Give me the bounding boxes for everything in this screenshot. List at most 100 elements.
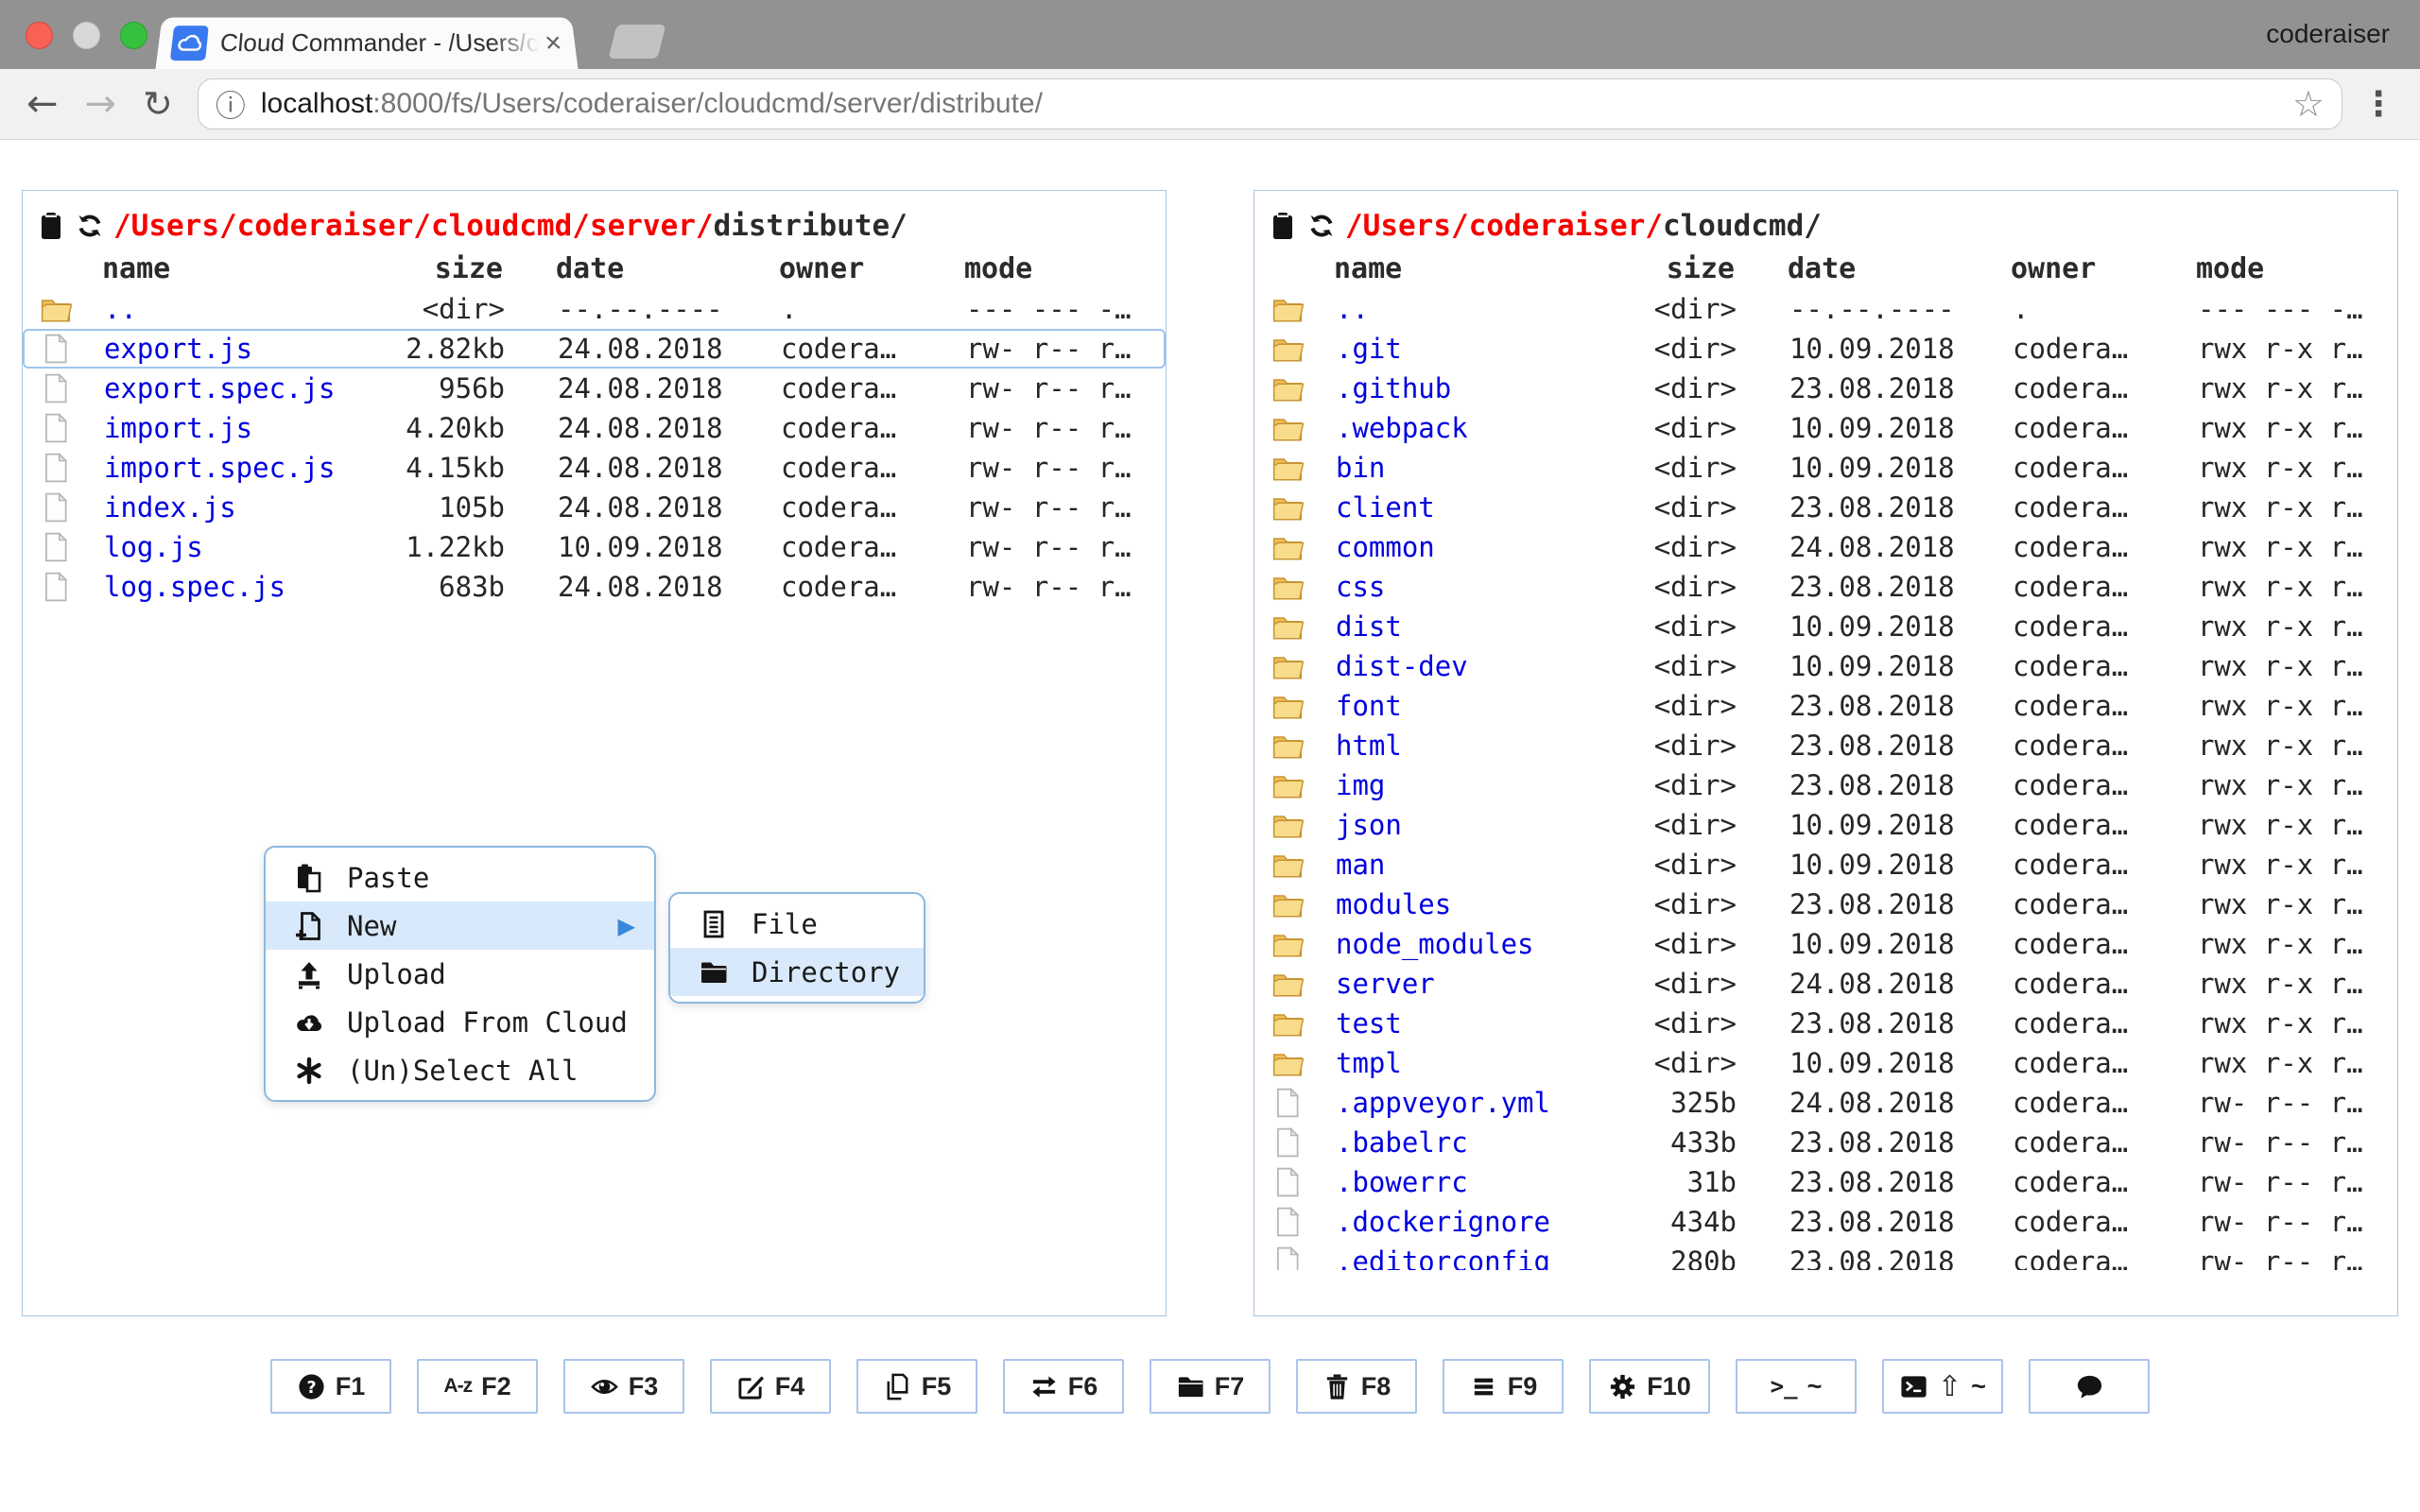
file-row[interactable]: test<dir>23.08.2018codera…rwx r-x r…	[1254, 1004, 2397, 1043]
refresh-icon[interactable]	[1306, 211, 1337, 241]
file-row[interactable]: .github<dir>23.08.2018codera…rwx r-x r…	[1254, 369, 2397, 408]
file-row[interactable]: font<dir>23.08.2018codera…rwx r-x r…	[1254, 686, 2397, 726]
file-row[interactable]: export.js2.82kb24.08.2018codera…rw- r-- …	[23, 329, 1166, 369]
file-row[interactable]: .bowerrc31b23.08.2018codera…rw- r-- r…	[1254, 1162, 2397, 1202]
file-row[interactable]: .babelrc433b23.08.2018codera…rw- r-- r…	[1254, 1123, 2397, 1162]
clipboard-icon[interactable]	[36, 210, 66, 242]
fkey-f8-trash-button[interactable]: F8	[1296, 1359, 1417, 1414]
clipboard-icon[interactable]	[1268, 210, 1298, 242]
menu-item--un-select-all[interactable]: (Un)Select All	[266, 1046, 654, 1094]
file-row[interactable]: dist<dir>10.09.2018codera…rwx r-x r…	[1254, 607, 2397, 646]
file-link[interactable]: .git	[1315, 333, 1627, 365]
url-text[interactable]: localhost:8000/fs/Users/coderaiser/cloud…	[261, 88, 2281, 120]
file-row[interactable]: bin<dir>10.09.2018codera…rwx r-x r…	[1254, 448, 2397, 488]
file-link[interactable]: html	[1315, 730, 1627, 762]
fkey-f10-gear-button[interactable]: F10	[1589, 1359, 1710, 1414]
window-close-button[interactable]	[26, 22, 53, 49]
file-link[interactable]: man	[1315, 849, 1627, 881]
file-link[interactable]: test	[1315, 1007, 1627, 1040]
file-row[interactable]: import.js4.20kb24.08.2018codera…rw- r-- …	[23, 408, 1166, 448]
file-link[interactable]: client	[1315, 491, 1627, 524]
file-link[interactable]: .github	[1315, 372, 1627, 404]
file-link[interactable]: .bowerrc	[1315, 1166, 1627, 1198]
file-link[interactable]: .editorconfig	[1315, 1246, 1627, 1270]
file-row[interactable]: .appveyor.yml325b24.08.2018codera…rw- r-…	[1254, 1083, 2397, 1123]
file-link[interactable]: modules	[1315, 888, 1627, 920]
fkey-f6-swap-button[interactable]: F6	[1003, 1359, 1124, 1414]
menu-item-upload[interactable]: Upload	[266, 950, 654, 998]
fkey-f9-menu-button[interactable]: F9	[1443, 1359, 1564, 1414]
file-row[interactable]: ..<dir>--.--.----.--- --- -…	[23, 289, 1166, 329]
file-link[interactable]: dist-dev	[1315, 650, 1627, 682]
file-row[interactable]: html<dir>23.08.2018codera…rwx r-x r…	[1254, 726, 2397, 765]
file-row[interactable]: modules<dir>23.08.2018codera…rwx r-x r…	[1254, 885, 2397, 924]
file-link[interactable]: import.spec.js	[83, 452, 395, 484]
column-header-owner[interactable]: owner	[779, 252, 964, 285]
column-header-owner[interactable]: owner	[2011, 252, 2196, 285]
file-link[interactable]: .appveyor.yml	[1315, 1087, 1627, 1119]
background-tab-stub[interactable]	[609, 25, 666, 59]
file-row[interactable]: man<dir>10.09.2018codera…rwx r-x r…	[1254, 845, 2397, 885]
fkey-f7-folder-solid-button[interactable]: F7	[1150, 1359, 1270, 1414]
file-link[interactable]: img	[1315, 769, 1627, 801]
column-header-name[interactable]: name	[1313, 252, 1625, 285]
menu-item-file[interactable]: File	[670, 900, 924, 948]
file-link[interactable]: ..	[83, 293, 395, 325]
file-link[interactable]: export.spec.js	[83, 372, 395, 404]
path-parent-links[interactable]: /Users/coderaiser/	[1345, 209, 1663, 243]
file-link[interactable]: .dockerignore	[1315, 1206, 1627, 1238]
column-header-mode[interactable]: mode	[964, 252, 1166, 285]
file-row[interactable]: client<dir>23.08.2018codera…rwx r-x r…	[1254, 488, 2397, 527]
file-row[interactable]: css<dir>23.08.2018codera…rwx r-x r…	[1254, 567, 2397, 607]
file-row[interactable]: json<dir>10.09.2018codera…rwx r-x r…	[1254, 805, 2397, 845]
column-header-size[interactable]: size	[1625, 252, 1735, 285]
file-row[interactable]: log.js1.22kb10.09.2018codera…rw- r-- r…	[23, 527, 1166, 567]
column-header-date[interactable]: date	[503, 252, 779, 285]
menu-item-new[interactable]: New▶	[266, 902, 654, 950]
file-row[interactable]: export.spec.js956b24.08.2018codera…rw- r…	[23, 369, 1166, 408]
file-link[interactable]: tmpl	[1315, 1047, 1627, 1079]
file-link[interactable]: dist	[1315, 610, 1627, 643]
window-minimize-button[interactable]	[73, 22, 100, 49]
menu-item-directory[interactable]: Directory	[670, 948, 924, 996]
file-link[interactable]: .webpack	[1315, 412, 1627, 444]
file-row[interactable]: ..<dir>--.--.----.--- --- -…	[1254, 289, 2397, 329]
file-row[interactable]: common<dir>24.08.2018codera…rwx r-x r…	[1254, 527, 2397, 567]
refresh-icon[interactable]	[75, 211, 105, 241]
column-header-date[interactable]: date	[1735, 252, 2011, 285]
file-link[interactable]: index.js	[83, 491, 395, 524]
page-info-icon[interactable]: ⓘ	[216, 82, 246, 126]
file-row[interactable]: .dockerignore434b23.08.2018codera…rw- r-…	[1254, 1202, 2397, 1242]
fkey-f2-sort-az-button[interactable]: A-zF2	[417, 1359, 538, 1414]
file-link[interactable]: log.spec.js	[83, 571, 395, 603]
file-link[interactable]: import.js	[83, 412, 395, 444]
file-row[interactable]: node_modules<dir>10.09.2018codera…rwx r-…	[1254, 924, 2397, 964]
file-row[interactable]: .git<dir>10.09.2018codera…rwx r-x r…	[1254, 329, 2397, 369]
file-link[interactable]: export.js	[83, 333, 395, 365]
file-link[interactable]: css	[1315, 571, 1627, 603]
reload-icon[interactable]: ↻	[143, 86, 173, 122]
file-row[interactable]: dist-dev<dir>10.09.2018codera…rwx r-x r…	[1254, 646, 2397, 686]
file-link[interactable]: json	[1315, 809, 1627, 841]
file-row[interactable]: import.spec.js4.15kb24.08.2018codera…rw-…	[23, 448, 1166, 488]
address-bar[interactable]: ⓘ localhost:8000/fs/Users/coderaiser/clo…	[198, 78, 2342, 129]
browser-tab[interactable]: Cloud Commander - /Users/co ×	[155, 17, 578, 69]
menu-item-upload-from-cloud[interactable]: Upload From Cloud	[266, 998, 654, 1046]
file-link[interactable]: ..	[1315, 293, 1627, 325]
fkey-f4-edit-button[interactable]: F4	[710, 1359, 831, 1414]
file-link[interactable]: server	[1315, 968, 1627, 1000]
file-link[interactable]: font	[1315, 690, 1627, 722]
file-row[interactable]: img<dir>23.08.2018codera…rwx r-x r…	[1254, 765, 2397, 805]
path-parent-links[interactable]: /Users/coderaiser/cloudcmd/server/	[113, 209, 714, 243]
file-link[interactable]: .babelrc	[1315, 1126, 1627, 1159]
bookmark-star-icon[interactable]: ☆	[2292, 83, 2325, 125]
fkey-f1-help-button[interactable]: F1	[270, 1359, 391, 1414]
file-link[interactable]: common	[1315, 531, 1627, 563]
fkey-tilde-terminal-button[interactable]: >_~	[1736, 1359, 1857, 1414]
back-icon[interactable]: ←	[26, 85, 59, 123]
file-row[interactable]: .webpack<dir>10.09.2018codera…rwx r-x r…	[1254, 408, 2397, 448]
fkey-f5-copy-button[interactable]: F5	[856, 1359, 977, 1414]
column-header-mode[interactable]: mode	[2196, 252, 2397, 285]
tab-close-icon[interactable]: ×	[544, 29, 563, 58]
file-link[interactable]: bin	[1315, 452, 1627, 484]
